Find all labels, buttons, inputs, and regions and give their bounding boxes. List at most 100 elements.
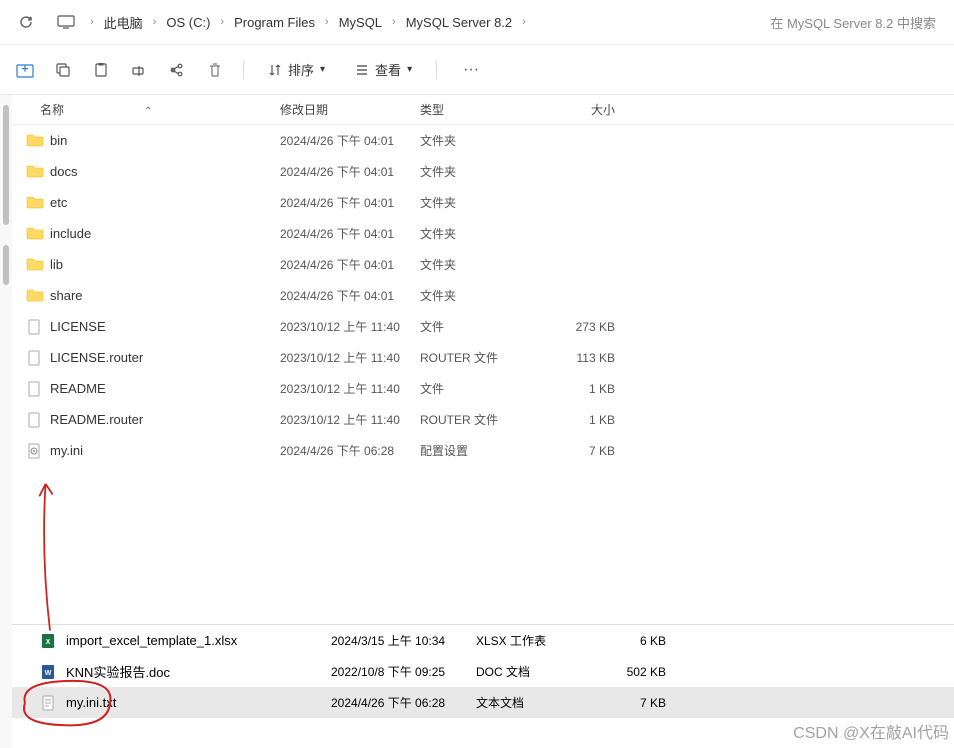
file-row[interactable]: my.ini.txt2024/4/26 下午 06:28文本文档7 KB — [12, 687, 954, 718]
svg-text:X: X — [46, 639, 51, 646]
view-button[interactable]: 查看 ▾ — [349, 56, 418, 83]
file-name: LICENSE.router — [50, 350, 143, 365]
watermark: CSDN @X在敲AI代码 — [793, 719, 949, 743]
file-icon — [26, 350, 44, 366]
file-date: 2024/4/26 下午 04:01 — [280, 163, 420, 180]
file-size: 7 KB — [535, 444, 615, 458]
file-type: ROUTER 文件 — [420, 349, 535, 366]
chevron-down-icon: ▾ — [407, 64, 412, 75]
chevron-right-icon: › — [90, 16, 94, 28]
file-row[interactable]: README.router2023/10/12 上午 11:40ROUTER 文… — [12, 404, 954, 435]
list-icon — [355, 63, 369, 77]
breadcrumb-item[interactable]: OS (C:) — [162, 13, 214, 32]
file-name: LICENSE — [50, 319, 106, 334]
file-size: 273 KB — [535, 320, 615, 334]
folder-icon — [26, 288, 44, 304]
file-row[interactable]: etc2024/4/26 下午 04:01文件夹 — [12, 187, 954, 218]
copy-icon[interactable] — [53, 60, 73, 80]
file-date: 2023/10/12 上午 11:40 — [280, 380, 420, 397]
scroll-thumb[interactable] — [3, 105, 9, 225]
file-name: lib — [50, 257, 63, 272]
chevron-right-icon: › — [220, 16, 224, 28]
refresh-button[interactable] — [10, 6, 42, 38]
column-size-header[interactable]: 大小 — [535, 101, 615, 118]
file-row[interactable]: share2024/4/26 下午 04:01文件夹 — [12, 280, 954, 311]
toolbar-separator — [243, 61, 244, 79]
monitor-icon[interactable] — [50, 6, 82, 38]
folder-icon — [26, 195, 44, 211]
file-name: my.ini.txt — [66, 695, 331, 710]
view-label: 查看 — [375, 60, 401, 79]
file-type: 文件 — [420, 318, 535, 335]
breadcrumb-item[interactable]: Program Files — [230, 13, 319, 32]
file-row[interactable]: W KNN实验报告.doc2022/10/8 下午 09:25DOC 文档502 … — [12, 656, 954, 687]
file-icon — [26, 412, 44, 428]
file-date: 2024/4/26 下午 04:01 — [280, 256, 420, 273]
breadcrumb-item[interactable]: MySQL Server 8.2 — [402, 13, 516, 32]
column-name-header[interactable]: 名称⌃ — [20, 101, 280, 118]
rename-icon[interactable] — [129, 60, 149, 80]
file-row[interactable]: docs2024/4/26 下午 04:01文件夹 — [12, 156, 954, 187]
toolbar-separator — [436, 61, 437, 79]
file-name: docs — [50, 164, 77, 179]
txt-icon — [40, 695, 58, 711]
file-date: 2023/10/12 上午 11:40 — [280, 411, 420, 428]
file-type: 文件夹 — [420, 225, 535, 242]
file-row[interactable]: Ximport_excel_template_1.xlsx2024/3/15 上… — [12, 625, 954, 656]
file-date: 2024/4/26 下午 04:01 — [280, 132, 420, 149]
file-name: README.router — [50, 412, 143, 427]
file-name: bin — [50, 133, 67, 148]
file-date: 2024/4/26 下午 06:28 — [331, 694, 476, 711]
file-name: share — [50, 288, 83, 303]
column-type-header[interactable]: 类型 — [420, 101, 535, 118]
column-date-header[interactable]: 修改日期 — [280, 101, 420, 118]
file-name: my.ini — [50, 443, 83, 458]
scrollbar[interactable] — [0, 95, 12, 748]
file-row[interactable]: README 2023/10/12 上午 11:40文件1 KB — [12, 373, 954, 404]
file-row[interactable]: lib 2024/4/26 下午 04:01文件夹 — [12, 249, 954, 280]
file-size: 6 KB — [596, 634, 666, 648]
folder-icon — [26, 226, 44, 242]
file-row[interactable]: my.ini2024/4/26 下午 06:28配置设置7 KB — [12, 435, 954, 466]
file-type: 文件夹 — [420, 132, 535, 149]
column-headers: 名称⌃ 修改日期 类型 大小 — [12, 95, 954, 125]
file-type: XLSX 工作表 — [476, 632, 596, 649]
file-name: KNN实验报告.doc — [66, 662, 331, 681]
breadcrumb-item[interactable]: MySQL — [335, 13, 386, 32]
more-button[interactable]: ··· — [455, 57, 487, 83]
file-row[interactable]: bin 2024/4/26 下午 04:01文件夹 — [12, 125, 954, 156]
file-icon — [26, 381, 44, 397]
file-row[interactable]: include2024/4/26 下午 04:01文件夹 — [12, 218, 954, 249]
file-type: 文件 — [420, 380, 535, 397]
chevron-right-icon: › — [325, 16, 329, 28]
file-size: 1 KB — [535, 382, 615, 396]
sort-label: 排序 — [288, 60, 314, 79]
chevron-right-icon: › — [522, 16, 526, 28]
file-date: 2024/4/26 下午 06:28 — [280, 442, 420, 459]
sort-button[interactable]: 排序 ▾ — [262, 56, 331, 83]
file-size: 502 KB — [596, 665, 666, 679]
share-icon[interactable] — [167, 60, 187, 80]
svg-text:W: W — [45, 670, 52, 677]
file-date: 2023/10/12 上午 11:40 — [280, 318, 420, 335]
folder-icon — [26, 133, 44, 149]
file-date: 2022/10/8 下午 09:25 — [331, 663, 476, 680]
file-icon — [26, 319, 44, 335]
file-type: 文件夹 — [420, 194, 535, 211]
chevron-right-icon: › — [153, 16, 157, 28]
breadcrumb: › 此电脑 › OS (C:) › Program Files › MySQL … — [90, 11, 754, 34]
file-row[interactable]: LICENSE 2023/10/12 上午 11:40文件273 KB — [12, 311, 954, 342]
file-row[interactable]: LICENSE.router 2023/10/12 上午 11:40ROUTER … — [12, 342, 954, 373]
breadcrumb-item[interactable]: 此电脑 — [100, 11, 147, 34]
search-input[interactable]: 在 MySQL Server 8.2 中搜索 — [762, 9, 944, 36]
file-type: 文件夹 — [420, 256, 535, 273]
new-folder-icon[interactable] — [15, 60, 35, 80]
sort-arrow-icon: ⌃ — [144, 106, 152, 117]
paste-icon[interactable] — [91, 60, 111, 80]
doc-icon: W — [40, 664, 58, 680]
file-date: 2023/10/12 上午 11:40 — [280, 349, 420, 366]
file-name: README — [50, 381, 106, 396]
delete-icon[interactable] — [205, 60, 225, 80]
file-type: DOC 文档 — [476, 663, 596, 680]
scroll-thumb[interactable] — [3, 245, 9, 285]
